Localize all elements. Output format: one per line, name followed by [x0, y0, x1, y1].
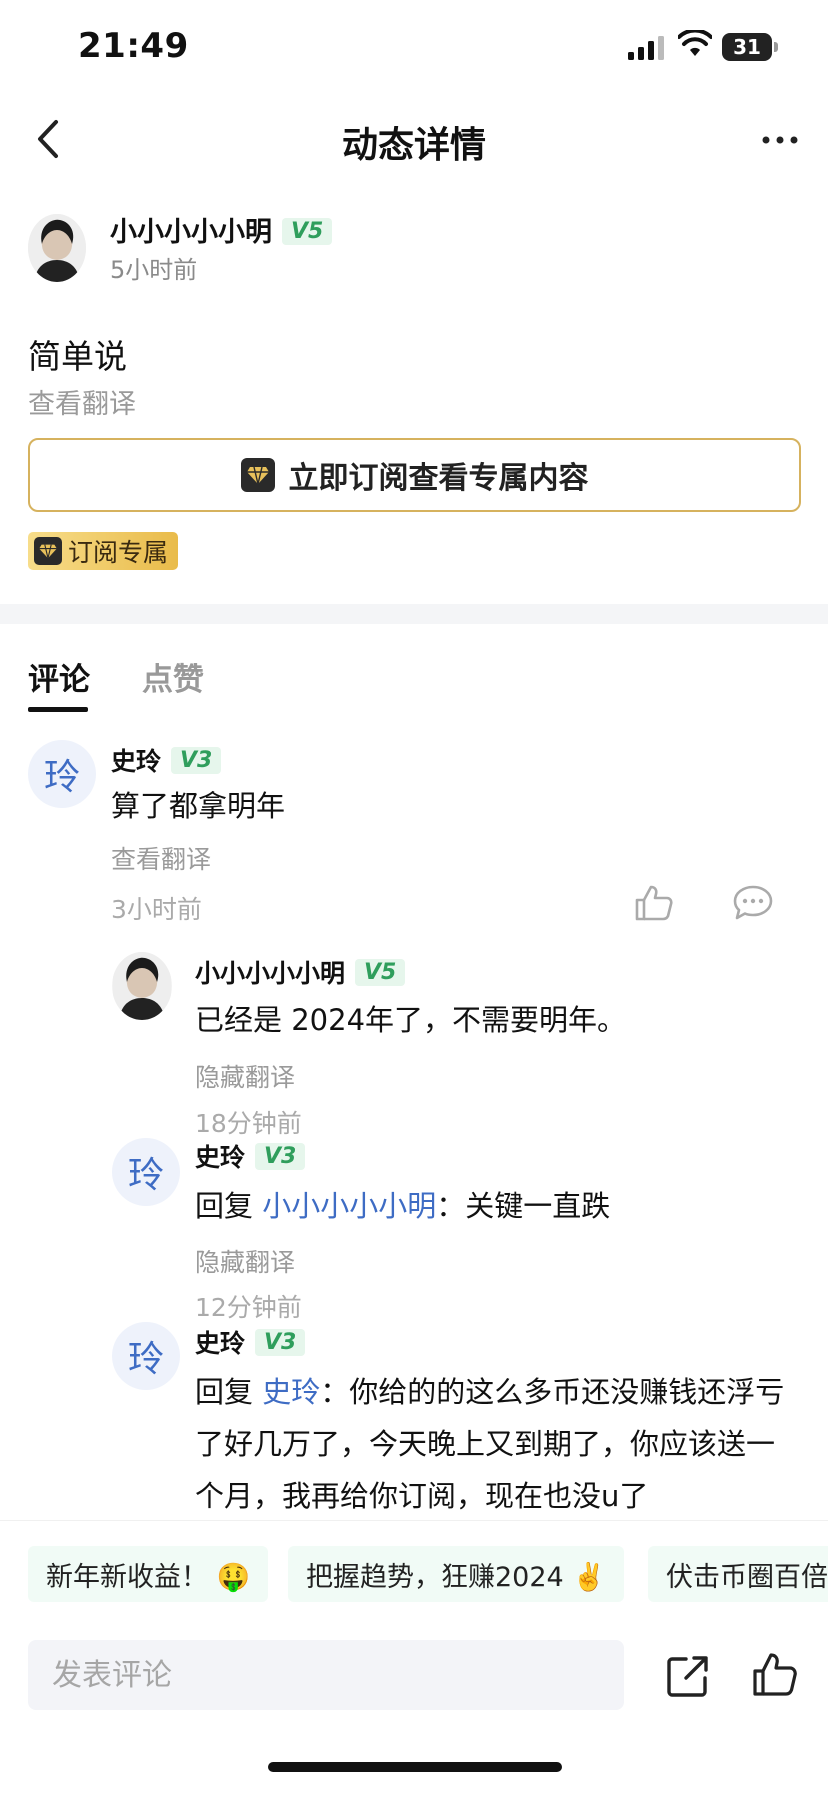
comment-input[interactable] — [28, 1640, 624, 1710]
reply-author-name[interactable]: 史玲 V3 — [195, 1138, 306, 1174]
thumbs-up-icon[interactable] — [634, 884, 674, 922]
page-title: 动态详情 — [341, 125, 486, 166]
home-indicator — [268, 1762, 562, 1772]
replier-avatar[interactable]: 玲 — [112, 1138, 180, 1206]
reply-username[interactable]: 史玲 — [195, 1143, 245, 1172]
commenter-avatar[interactable]: 玲 — [28, 740, 96, 808]
diamond-icon — [240, 458, 275, 492]
reply-timestamp: 18分钟前 — [195, 1109, 302, 1138]
reply-timestamp: 12分钟前 — [195, 1293, 302, 1322]
author-username[interactable]: 小小小小小明 — [110, 217, 272, 248]
level-badge: V3 — [171, 747, 222, 774]
comment-text: 算了都拿明年 — [111, 789, 286, 823]
tab-likes[interactable]: 点赞 — [142, 654, 204, 699]
tab-comments[interactable]: 评论 — [28, 654, 90, 699]
subscribe-button[interactable]: 立即订阅查看专属内容 — [28, 438, 801, 512]
level-badge: V3 — [255, 1329, 306, 1356]
reply-prefix: 回复 — [195, 1189, 263, 1223]
topic-chip[interactable]: 把握趋势，狂赚2024 ✌️ — [288, 1546, 624, 1602]
level-badge: V5 — [355, 959, 406, 986]
battery-indicator: 31 — [722, 33, 772, 61]
level-badge: V3 — [255, 1143, 306, 1170]
post-timestamp: 5小时前 — [110, 256, 198, 284]
status-time: 21:49 — [78, 26, 189, 66]
mention-link[interactable]: 史玲 — [262, 1375, 320, 1409]
topic-chips: 新年新收益！ 🤑 把握趋势，狂赚2024 ✌️ 伏击币圈百倍 — [0, 1546, 828, 1602]
mention-link[interactable]: 小小小小小明 — [262, 1189, 436, 1223]
cellular-signal-icon — [628, 36, 664, 60]
wifi-icon — [678, 30, 712, 56]
diamond-icon — [34, 537, 62, 565]
reply-author-name[interactable]: 史玲 V3 — [195, 1324, 306, 1360]
hide-translation-link[interactable]: 隐藏翻译 — [195, 1243, 295, 1279]
post-content: 简单说 — [28, 337, 127, 376]
reply-prefix: 回复 — [195, 1375, 263, 1409]
reply-author-name[interactable]: 小小小小小明 V5 — [195, 954, 406, 990]
reply-username[interactable]: 小小小小小明 — [195, 959, 345, 988]
share-icon[interactable] — [666, 1654, 710, 1698]
replier-avatar[interactable]: 玲 — [112, 1322, 180, 1390]
subscription-tag-label: 订阅专属 — [68, 538, 169, 567]
reply-text: 回复 史玲：你给的的这么多币还没赚钱还浮亏了好几万了，今天晚上又到期了，你应该送… — [195, 1366, 795, 1522]
comment-bubble-icon[interactable] — [732, 884, 774, 922]
author-name[interactable]: 小小小小小明 V5 — [110, 210, 333, 249]
battery-tip — [774, 42, 778, 52]
reply-body: ：关键一直跌 — [436, 1189, 611, 1223]
subscribe-button-label: 立即订阅查看专属内容 — [288, 461, 589, 496]
active-tab-indicator — [28, 707, 88, 712]
commenter-username[interactable]: 史玲 — [111, 747, 161, 776]
level-badge: V5 — [282, 218, 333, 245]
comment-timestamp: 3小时前 — [111, 895, 202, 924]
commenter-name[interactable]: 史玲 V3 — [111, 742, 222, 778]
section-divider — [0, 604, 828, 624]
user-photo-avatar[interactable] — [112, 952, 172, 1020]
subscription-exclusive-tag: 订阅专属 — [28, 532, 179, 570]
reply-text: 已经是 2024年了，不需要明年。 — [195, 1003, 627, 1037]
topic-chip[interactable]: 新年新收益！ 🤑 — [28, 1546, 269, 1602]
more-options-icon[interactable] — [760, 130, 800, 150]
reply-username[interactable]: 史玲 — [195, 1329, 245, 1358]
author-avatar[interactable] — [28, 214, 86, 282]
topic-chip[interactable]: 伏击币圈百倍 — [648, 1546, 828, 1602]
thumbs-up-icon[interactable] — [752, 1652, 798, 1698]
hide-translation-link[interactable]: 隐藏翻译 — [195, 1058, 295, 1094]
reply-text: 回复 小小小小小明：关键一直跌 — [195, 1180, 610, 1232]
view-translation-link[interactable]: 查看翻译 — [111, 840, 211, 876]
view-translation-link[interactable]: 查看翻译 — [28, 382, 136, 421]
